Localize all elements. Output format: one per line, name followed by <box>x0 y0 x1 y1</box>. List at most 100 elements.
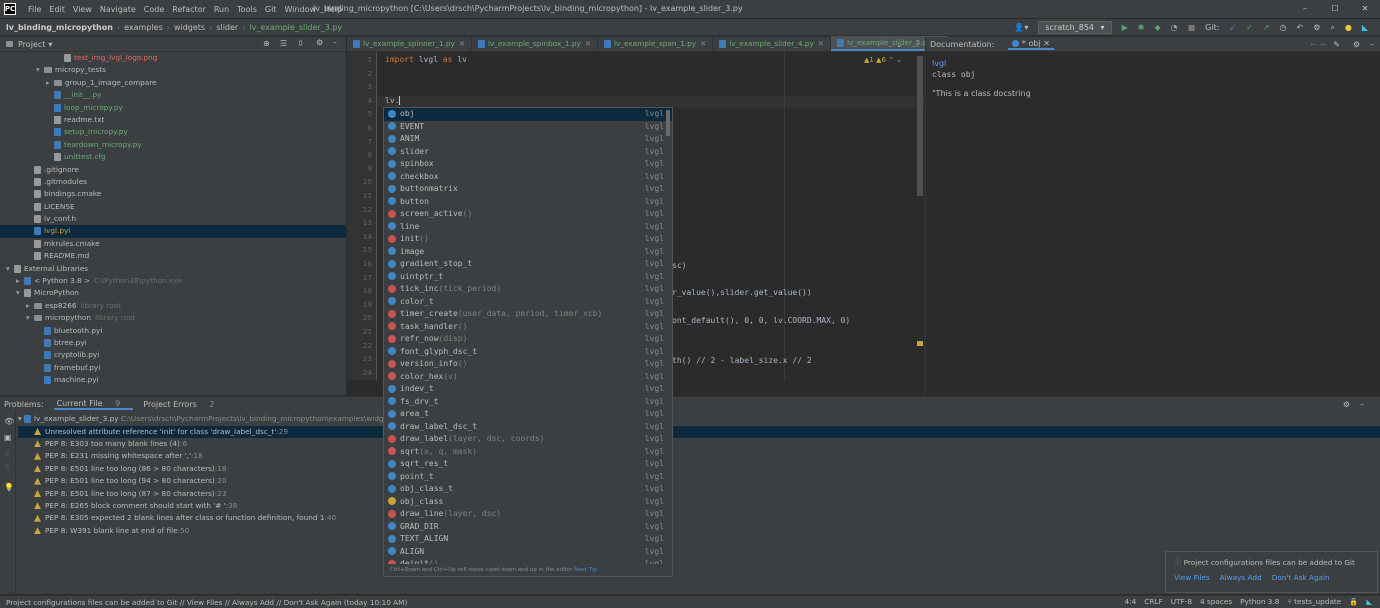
editor-tab[interactable]: lv_example_span_1.py ✕ <box>598 36 714 51</box>
problem-item[interactable]: PEP 8: E501 line too long (87 > 80 chara… <box>18 488 1380 500</box>
debug-icon[interactable]: ✱ <box>1138 23 1145 32</box>
doc-hide-icon[interactable]: – <box>1370 40 1374 49</box>
tree-arrow-icon[interactable]: ▾ <box>26 312 34 324</box>
problem-item[interactable]: PEP 8: E501 line too long (86 > 80 chara… <box>18 463 1380 475</box>
completion-item[interactable]: font_glyph_dsc_t lvgl <box>384 346 672 359</box>
completion-item[interactable]: refr_now(disp) lvgl <box>384 333 672 346</box>
sync-icon[interactable]: ◣ <box>1366 597 1372 606</box>
user-icon[interactable]: 👤▾ <box>1014 23 1028 32</box>
completion-item[interactable]: sqrt(x, q, mask) lvgl <box>384 446 672 459</box>
maximize-icon[interactable]: ☐ <box>1320 0 1350 18</box>
tree-item[interactable]: .gitmodules <box>0 176 346 188</box>
edit-icon[interactable]: ✎ <box>1333 40 1340 49</box>
rollback-icon[interactable]: ↶ <box>1297 23 1304 32</box>
tab-close-icon[interactable]: ✕ <box>818 39 824 48</box>
completion-item[interactable]: area_t lvgl <box>384 408 672 421</box>
preview-icon[interactable]: ▣ <box>4 433 12 442</box>
collapse-icon[interactable]: ⇕ <box>4 463 11 472</box>
completion-item[interactable]: timer_create(user_data, period, timer_xc… <box>384 308 672 321</box>
problems-gear-icon[interactable]: ⚙ <box>1343 400 1350 409</box>
breadcrumb-examples[interactable]: examples <box>124 23 163 32</box>
git-update-icon[interactable]: ↙ <box>1229 23 1236 32</box>
problem-item[interactable]: Unresolved attribute reference 'init' fo… <box>18 425 1380 438</box>
doc-tab[interactable]: * obj ✕ <box>1008 39 1054 50</box>
breadcrumb-file[interactable]: lv_example_slider_3.py <box>249 23 342 32</box>
lock-icon[interactable]: 🔒 <box>1349 597 1358 606</box>
tree-item[interactable]: ▸ < Python 3.8 > C:\Python38\python.exe <box>0 275 346 287</box>
completion-item[interactable]: tick_inc(tick_period) lvgl <box>384 283 672 296</box>
menu-git[interactable]: Git <box>261 5 281 14</box>
git-branch[interactable]: ⑂ tests_update <box>1287 597 1341 606</box>
tab-close-icon[interactable]: ✕ <box>585 39 591 48</box>
problem-item[interactable]: PEP 8: E501 line too long (94 > 80 chara… <box>18 475 1380 487</box>
completion-item[interactable]: draw_label_dsc_t lvgl <box>384 421 672 434</box>
editor-scrollbar[interactable] <box>917 56 923 196</box>
tree-item[interactable]: cryptolib.pyi <box>0 349 346 361</box>
eye-icon[interactable]: 👁 <box>4 417 14 426</box>
completion-item[interactable]: ANIM lvgl <box>384 133 672 146</box>
expand-all-icon[interactable]: ⇳ <box>297 39 304 48</box>
completion-item[interactable]: obj lvgl <box>384 108 672 121</box>
problem-item[interactable]: PEP 8: E305 expected 2 blank lines after… <box>18 512 1380 524</box>
tab-close-icon[interactable]: ✕ <box>700 39 706 48</box>
next-tip-link[interactable]: Next Tip <box>574 567 597 573</box>
completion-item[interactable]: button lvgl <box>384 196 672 209</box>
tree-item[interactable]: README.md <box>0 250 346 262</box>
completion-item[interactable]: indev_t lvgl <box>384 383 672 396</box>
tree-item[interactable]: bindings.cmake <box>0 188 346 200</box>
tree-arrow-icon[interactable]: ▸ <box>16 275 24 287</box>
completion-item[interactable]: version_info() lvgl <box>384 358 672 371</box>
completion-item[interactable]: fs_drv_t lvgl <box>384 396 672 409</box>
completion-item[interactable]: screen_active() lvgl <box>384 208 672 221</box>
dont-ask-again-link[interactable]: Don't Ask Again <box>1272 573 1330 582</box>
back-icon[interactable]: ← → <box>1310 40 1326 49</box>
tree-arrow-icon[interactable]: ▾ <box>16 287 24 299</box>
menu-code[interactable]: Code <box>140 5 168 14</box>
completion-item[interactable]: draw_label(layer, dsc, coords) lvgl <box>384 433 672 446</box>
collapse-all-icon[interactable]: ☰ <box>280 39 287 48</box>
completion-item[interactable]: line lvgl <box>384 221 672 234</box>
hide-icon[interactable]: – <box>333 38 337 47</box>
menu-file[interactable]: File <box>24 5 45 14</box>
editor-tab[interactable]: lv_example_slider_4.py ✕ <box>713 36 831 51</box>
toolbox-icon[interactable]: ◣ <box>1362 23 1368 32</box>
minimize-icon[interactable]: – <box>1290 0 1320 18</box>
tree-item[interactable]: readme.txt <box>0 114 346 126</box>
completion-item[interactable]: spinbox lvgl <box>384 158 672 171</box>
jetbrains-icon[interactable]: ● <box>1345 23 1352 32</box>
tree-item[interactable]: machine.pyi <box>0 374 346 386</box>
locate-icon[interactable]: ⊕ <box>263 39 270 48</box>
project-title[interactable]: Project <box>18 40 45 49</box>
always-add-link[interactable]: Always Add <box>1220 573 1262 582</box>
run-icon[interactable]: ▶ <box>1122 23 1128 32</box>
tree-item[interactable]: ▾ micropython library root <box>0 312 346 324</box>
breadcrumb-slider[interactable]: slider <box>216 23 238 32</box>
completion-item[interactable]: sqrt_res_t lvgl <box>384 458 672 471</box>
menu-navigate[interactable]: Navigate <box>96 5 140 14</box>
tree-arrow-icon[interactable]: ▸ <box>26 300 34 312</box>
tree-item[interactable]: framebuf.pyi <box>0 362 346 374</box>
completion-item[interactable]: color_hex(v) lvgl <box>384 371 672 384</box>
completion-item[interactable]: buttonmatrix lvgl <box>384 183 672 196</box>
tree-item[interactable]: LICENSE <box>0 201 346 213</box>
completion-item[interactable]: obj_class_t lvgl <box>384 483 672 496</box>
git-push-icon[interactable]: ↗ <box>1263 23 1270 32</box>
tree-item[interactable]: unittest.cfg <box>0 151 346 163</box>
expand-icon[interactable]: ⇕ <box>4 449 11 458</box>
problem-item[interactable]: PEP 8: W391 blank line at end of file:50 <box>18 525 1380 537</box>
more-icon[interactable]: ⋮ <box>913 39 921 48</box>
warning-marker[interactable] <box>917 341 923 346</box>
tree-item[interactable]: lv_conf.h <box>0 213 346 225</box>
completion-item[interactable]: gradient_stop_t lvgl <box>384 258 672 271</box>
tree-item[interactable]: ▸ group_1_image_compare <box>0 77 346 89</box>
tree-item[interactable]: __init__.py <box>0 89 346 101</box>
coverage-icon[interactable]: ◆ <box>1154 23 1160 32</box>
profile-icon[interactable]: ◔ <box>1171 23 1178 32</box>
tree-item[interactable]: teardown_micropy.py <box>0 139 346 151</box>
completion-item[interactable]: TEXT_ALIGN lvgl <box>384 533 672 546</box>
tree-item[interactable]: bluetooth.pyi <box>0 325 346 337</box>
tab-project-errors[interactable]: Project Errors 2 <box>143 400 224 409</box>
completion-item[interactable]: EVENT lvgl <box>384 121 672 134</box>
menu-refactor[interactable]: Refactor <box>168 5 210 14</box>
tree-item[interactable]: mkrules.cmake <box>0 238 346 250</box>
